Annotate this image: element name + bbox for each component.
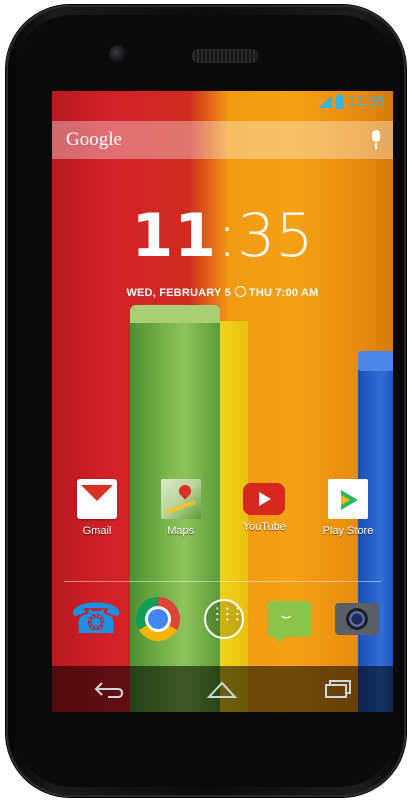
clock-widget[interactable]: 11:35 (52, 201, 393, 271)
phone-icon[interactable] (66, 594, 122, 643)
app-label: Gmail (82, 525, 112, 537)
battery-icon (335, 93, 343, 109)
app-shortcut-row: Gmail Maps YouTube Play Store (62, 479, 383, 537)
wallpaper-blue-top (358, 351, 393, 371)
app-label: YouTube (242, 521, 286, 533)
date-text: WED, FEBRUARY 5 (126, 287, 231, 299)
signal-icon (317, 96, 332, 108)
alarm-clock-icon (234, 286, 246, 297)
earpiece-speaker (192, 49, 258, 63)
google-search-label[interactable]: Google (66, 129, 369, 151)
app-drawer-icon[interactable] (203, 599, 244, 639)
dock-divider (64, 581, 381, 582)
gmail-icon (77, 479, 117, 519)
app-gmail[interactable]: Gmail (62, 479, 132, 537)
clock-minutes: 35 (237, 201, 314, 271)
status-bar: 11:35 (52, 91, 393, 113)
navigation-bar (52, 666, 393, 712)
phone-body: 11:35 Google 11:35 WED, FEBRUARY 5 THU 7:… (6, 5, 406, 797)
app-youtube[interactable]: YouTube (229, 479, 299, 537)
app-label: Play Store (322, 525, 374, 537)
clock-hours: 11 (131, 201, 217, 271)
maps-icon (160, 479, 201, 519)
messaging-icon[interactable] (267, 601, 312, 643)
chrome-icon[interactable] (135, 597, 180, 641)
recents-icon (325, 680, 352, 698)
app-maps[interactable]: Maps (146, 479, 216, 537)
home-screen: 11:35 Google 11:35 WED, FEBRUARY 5 THU 7:… (52, 91, 393, 712)
home-icon (207, 681, 238, 698)
clock-separator: : (216, 201, 238, 271)
mic-icon[interactable] (369, 129, 383, 151)
app-play-store[interactable]: Play Store (313, 479, 383, 537)
play-store-icon (327, 479, 368, 519)
camera-icon[interactable] (335, 603, 379, 635)
app-label: Maps (167, 525, 195, 537)
home-button[interactable] (197, 669, 247, 709)
recents-button[interactable] (311, 669, 361, 709)
back-button[interactable] (84, 669, 134, 709)
date-alarm-line[interactable]: WED, FEBRUARY 5 THU 7:00 AM (52, 286, 393, 299)
dock (66, 594, 379, 643)
youtube-icon (243, 483, 286, 515)
wallpaper-green-top (130, 305, 220, 323)
google-search-bar[interactable]: Google (52, 121, 393, 159)
alarm-text: THU 7:00 AM (248, 287, 319, 299)
front-camera-icon (109, 45, 127, 63)
back-icon (94, 682, 123, 698)
status-time: 11:35 (347, 94, 385, 110)
